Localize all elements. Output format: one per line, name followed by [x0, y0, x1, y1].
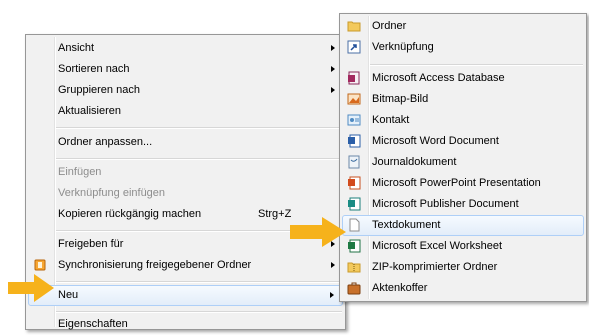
- submenu-item-ordner[interactable]: Ordner: [342, 16, 584, 37]
- context-menu: Ansicht Sortieren nach Gruppieren nach A…: [25, 34, 346, 330]
- submenu-item-powerpoint[interactable]: Microsoft PowerPoint Presentation: [342, 173, 584, 194]
- submenu-arrow-icon: [330, 292, 334, 298]
- submenu-neu: Ordner Verknüpfung Microsoft Access Data…: [339, 13, 587, 302]
- menu-separator: [56, 158, 342, 160]
- menu-item-ansicht[interactable]: Ansicht: [28, 38, 343, 59]
- menu-separator: [56, 127, 342, 129]
- menu-separator: [56, 311, 342, 313]
- submenu-item-bitmap[interactable]: Bitmap-Bild: [342, 89, 584, 110]
- powerpoint-icon: [348, 176, 361, 190]
- menu-item-aktualisieren[interactable]: Aktualisieren: [28, 101, 343, 122]
- shortcut-icon: [347, 40, 361, 54]
- menu-item-eigenschaften[interactable]: Eigenschaften: [28, 314, 343, 335]
- submenu-item-word[interactable]: Microsoft Word Document: [342, 131, 584, 152]
- submenu-arrow-icon: [331, 66, 335, 72]
- text-document-icon: [349, 218, 360, 232]
- briefcase-icon: [347, 282, 361, 295]
- menu-separator: [56, 281, 342, 283]
- access-icon: [348, 71, 360, 85]
- submenu-item-aktenkoffer[interactable]: Aktenkoffer: [342, 278, 584, 299]
- excel-icon: [348, 239, 361, 253]
- submenu-item-excel[interactable]: Microsoft Excel Worksheet: [342, 236, 584, 257]
- submenu-item-verknuepfung[interactable]: Verknüpfung: [342, 37, 584, 58]
- publisher-icon: [348, 197, 361, 211]
- submenu-item-publisher[interactable]: Microsoft Publisher Document: [342, 194, 584, 215]
- submenu-item-kontakt[interactable]: Kontakt: [342, 110, 584, 131]
- menu-separator: [370, 64, 583, 66]
- menu-item-einfuegen[interactable]: Einfügen: [28, 162, 343, 183]
- journal-icon: [348, 155, 360, 169]
- submenu-item-access[interactable]: Microsoft Access Database: [342, 68, 584, 89]
- submenu-item-zip[interactable]: ZIP-komprimierter Ordner: [342, 257, 584, 278]
- menu-item-ordner-anpassen[interactable]: Ordner anpassen...: [28, 132, 343, 153]
- shortcut-label: Strg+Z: [258, 208, 292, 220]
- folder-icon: [347, 21, 361, 32]
- submenu-arrow-icon: [331, 45, 335, 51]
- bitmap-icon: [347, 93, 361, 105]
- pointer-arrow-textdokument-icon: [290, 217, 346, 247]
- menu-item-synchronisierung[interactable]: Synchronisierung freigegebener Ordner: [28, 255, 343, 276]
- pointer-arrow-neu-icon: [8, 274, 54, 302]
- submenu-arrow-icon: [331, 87, 335, 93]
- menu-item-gruppieren-nach[interactable]: Gruppieren nach: [28, 80, 343, 101]
- submenu-item-journal[interactable]: Journaldokument: [342, 152, 584, 173]
- contact-icon: [347, 114, 361, 126]
- submenu-arrow-icon: [331, 262, 335, 268]
- menu-item-sortieren-nach[interactable]: Sortieren nach: [28, 59, 343, 80]
- zip-folder-icon: [347, 262, 361, 273]
- word-icon: [348, 134, 361, 148]
- menu-item-verknuepfung-einfuegen[interactable]: Verknüpfung einfügen: [28, 183, 343, 204]
- menu-item-neu[interactable]: Neu: [28, 285, 343, 306]
- submenu-item-textdokument[interactable]: Textdokument: [342, 215, 584, 236]
- sync-folder-icon: [34, 259, 46, 271]
